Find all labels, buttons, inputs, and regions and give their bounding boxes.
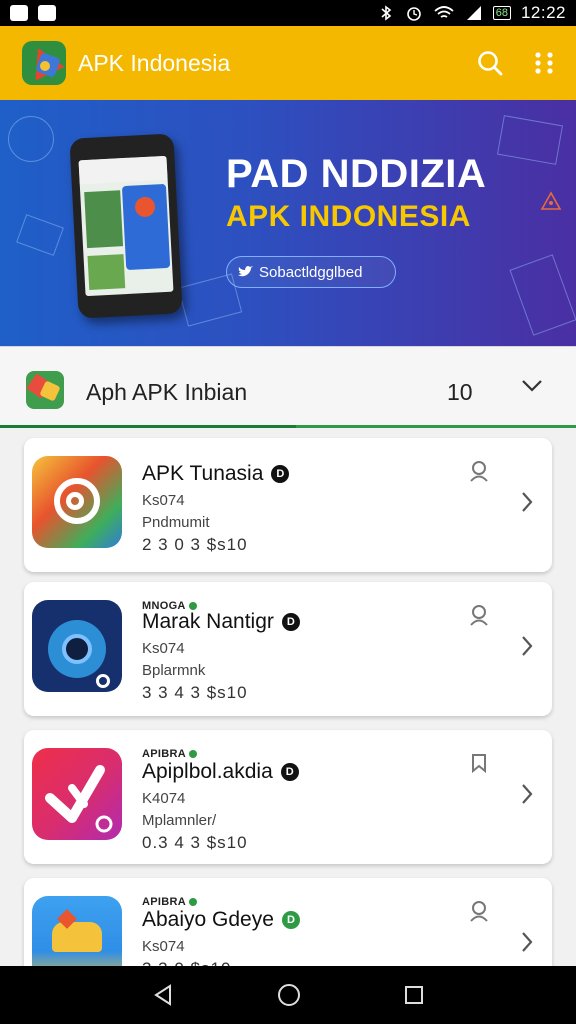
app-title: APK Indonesia [78, 49, 231, 76]
chevron-right-icon[interactable] [520, 782, 534, 806]
category-header[interactable]: Aph APK Inbian 10 [0, 346, 576, 428]
category-count: 10 [447, 379, 473, 405]
alarm-icon [406, 7, 421, 21]
twitter-icon [238, 266, 253, 277]
category-icon [26, 371, 64, 409]
verified-badge-icon: D [271, 465, 290, 483]
app-tag: ΑΡΙΒRA [142, 896, 197, 908]
status-bar: 68 12:22 [0, 0, 576, 26]
app-screen: 68 12:22 APK Indonesia PAD NDDIZIA APK I… [0, 0, 576, 1024]
app-meta-line1: Ks074 [142, 938, 185, 955]
home-icon[interactable] [276, 982, 302, 1008]
app-name-row: Marak Nantigr D [142, 610, 300, 634]
app-name: APK Tunasia [142, 462, 264, 485]
wifi-icon [434, 6, 454, 18]
app-meta-line3: 3 3 4 3 $s10 [142, 683, 248, 702]
battery-indicator: 68 [492, 6, 511, 20]
app-icon [32, 600, 122, 692]
user-icon[interactable] [468, 900, 490, 922]
banner-button-label: Sobactldgglbed [259, 263, 363, 281]
app-name-row: APK Tunasia D [142, 462, 290, 486]
back-icon[interactable] [151, 983, 175, 1007]
category-title: Aph APK Inbian [86, 379, 248, 405]
app-icon [32, 456, 122, 548]
search-icon[interactable] [476, 49, 504, 77]
photo-notification-icon [38, 5, 56, 21]
triangle-decoration-icon [540, 191, 562, 210]
chevron-right-icon[interactable] [520, 490, 534, 514]
app-logo-icon [22, 41, 66, 85]
promo-banner[interactable]: PAD NDDIZIA APK INDONESIA Sobactldgglbed [0, 100, 576, 346]
app-name: Apiplbol.akdia [142, 760, 273, 783]
app-icon [32, 748, 122, 840]
user-icon[interactable] [468, 460, 490, 482]
signal-icon [466, 6, 481, 20]
banner-title: PAD NDDIZIA [226, 152, 487, 196]
app-meta-line1: Ks074 [142, 492, 185, 509]
bookmark-icon[interactable] [468, 752, 490, 774]
app-name-row: Abaiyo Gdeye D [142, 908, 300, 932]
app-meta-line2: Bplarmnk [142, 662, 206, 679]
app-tag: ΑΡΙΒRA [142, 748, 197, 760]
verified-badge-icon: D [281, 613, 300, 631]
banner-subtitle: APK INDONESIA [226, 200, 471, 233]
app-meta-line3: 2 3 0 3 $s10 [142, 535, 248, 554]
system-nav-bar [0, 966, 576, 1024]
app-meta-line1: K4074 [142, 790, 186, 807]
notification-icon [10, 5, 28, 21]
app-meta-line2: Pndmumit [142, 514, 210, 531]
verified-badge-icon: D [280, 763, 299, 781]
clock: 12:22 [520, 3, 566, 22]
app-meta-line1: Ks074 [142, 640, 185, 657]
user-icon[interactable] [468, 604, 490, 626]
app-meta: K4074 Mplamnler/ 0.3 4 3 $s10 [142, 788, 248, 854]
app-meta: Ks074 Pndmumit 2 3 0 3 $s10 [142, 490, 248, 556]
app-list-item[interactable]: ΜΝΟGA Marak Nantigr D Ks074 Bplarmnk 3 3… [24, 582, 552, 716]
app-name: Abaiyo Gdeye [142, 908, 274, 931]
app-meta-line3: 0.3 4 3 $s10 [142, 833, 248, 852]
app-meta-line2: Mplamnler/ [142, 812, 217, 829]
app-name-row: Apiplbol.akdia D [142, 760, 299, 784]
chevron-right-icon[interactable] [520, 634, 534, 658]
bluetooth-icon [381, 5, 391, 21]
chevron-right-icon[interactable] [520, 930, 534, 954]
recents-icon[interactable] [403, 984, 425, 1006]
app-list-item[interactable]: APK Tunasia D Ks074 Pndmumit 2 3 0 3 $s1… [24, 438, 552, 572]
app-name: Marak Nantigr [142, 610, 274, 633]
more-vert-icon[interactable] [532, 49, 556, 77]
chevron-down-icon[interactable] [520, 377, 544, 395]
app-list-item[interactable]: ΑΡΙΒRA Apiplbol.akdia D K4074 Mplamnler/… [24, 730, 552, 864]
app-meta: Ks074 Bplarmnk 3 3 4 3 $s10 [142, 638, 248, 704]
app-bar: APK Indonesia [0, 26, 576, 100]
banner-button[interactable]: Sobactldgglbed [226, 256, 396, 288]
verified-badge-icon: D [281, 911, 300, 929]
phone-illustration [69, 133, 183, 319]
